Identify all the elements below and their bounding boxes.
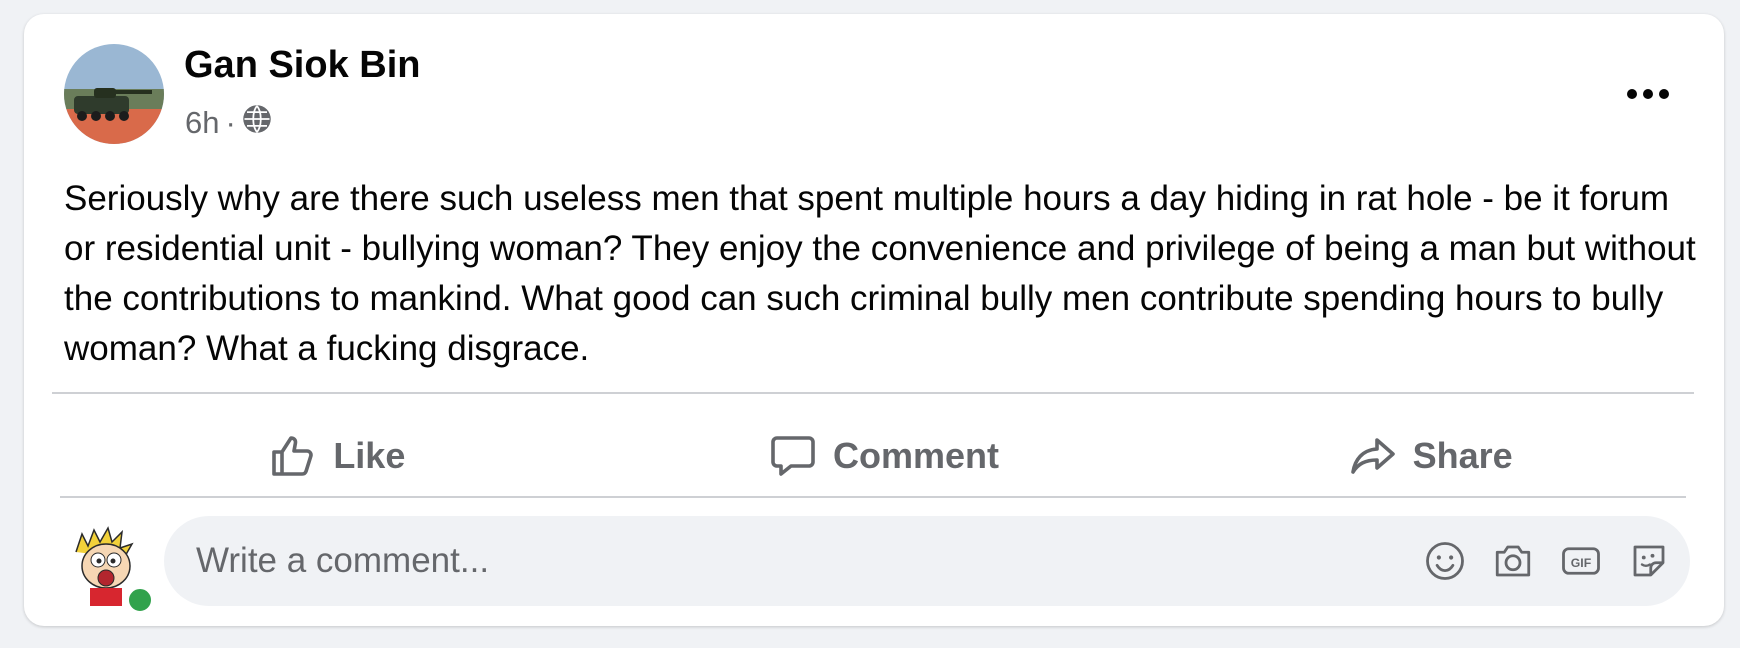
globe-icon[interactable] [242, 104, 272, 142]
emoji-icon[interactable] [1424, 540, 1466, 582]
meta-separator: · [225, 105, 236, 140]
dot-1 [1627, 89, 1637, 99]
divider-top [52, 392, 1694, 394]
dot-2 [1643, 89, 1653, 99]
post-card: Gan Siok Bin 6h · Seriously why are ther… [24, 14, 1724, 626]
online-status-indicator [126, 586, 154, 614]
like-label: Like [333, 435, 406, 476]
share-label: Share [1412, 435, 1513, 476]
svg-text:GIF: GIF [1571, 556, 1592, 570]
post-actions: Like Comment Share [64, 406, 1704, 506]
comment-input-container[interactable]: GIF [164, 516, 1690, 606]
author-name[interactable]: Gan Siok Bin [184, 44, 420, 87]
dot-3 [1659, 89, 1669, 99]
share-button[interactable]: Share [1157, 406, 1704, 506]
gif-icon[interactable]: GIF [1560, 540, 1602, 582]
thumbs-up-icon [272, 436, 314, 476]
comment-label: Comment [833, 435, 1000, 476]
comment-button[interactable]: Comment [611, 406, 1158, 506]
comment-input[interactable] [194, 540, 1298, 582]
post-text: Seriously why are there such useless men… [64, 179, 1696, 368]
comment-composer: GIF [64, 516, 1704, 614]
comment-tools: GIF [1424, 516, 1670, 606]
divider-bottom [60, 496, 1686, 498]
author-avatar[interactable] [64, 44, 164, 144]
comment-bubble-icon [771, 436, 815, 476]
more-options-button[interactable] [1618, 74, 1678, 114]
post-meta: 6h · [185, 104, 272, 142]
share-arrow-icon [1350, 438, 1395, 474]
sticker-icon[interactable] [1628, 540, 1670, 582]
post-time[interactable]: 6h [185, 105, 219, 141]
camera-icon[interactable] [1492, 540, 1534, 582]
like-button[interactable]: Like [64, 406, 611, 506]
